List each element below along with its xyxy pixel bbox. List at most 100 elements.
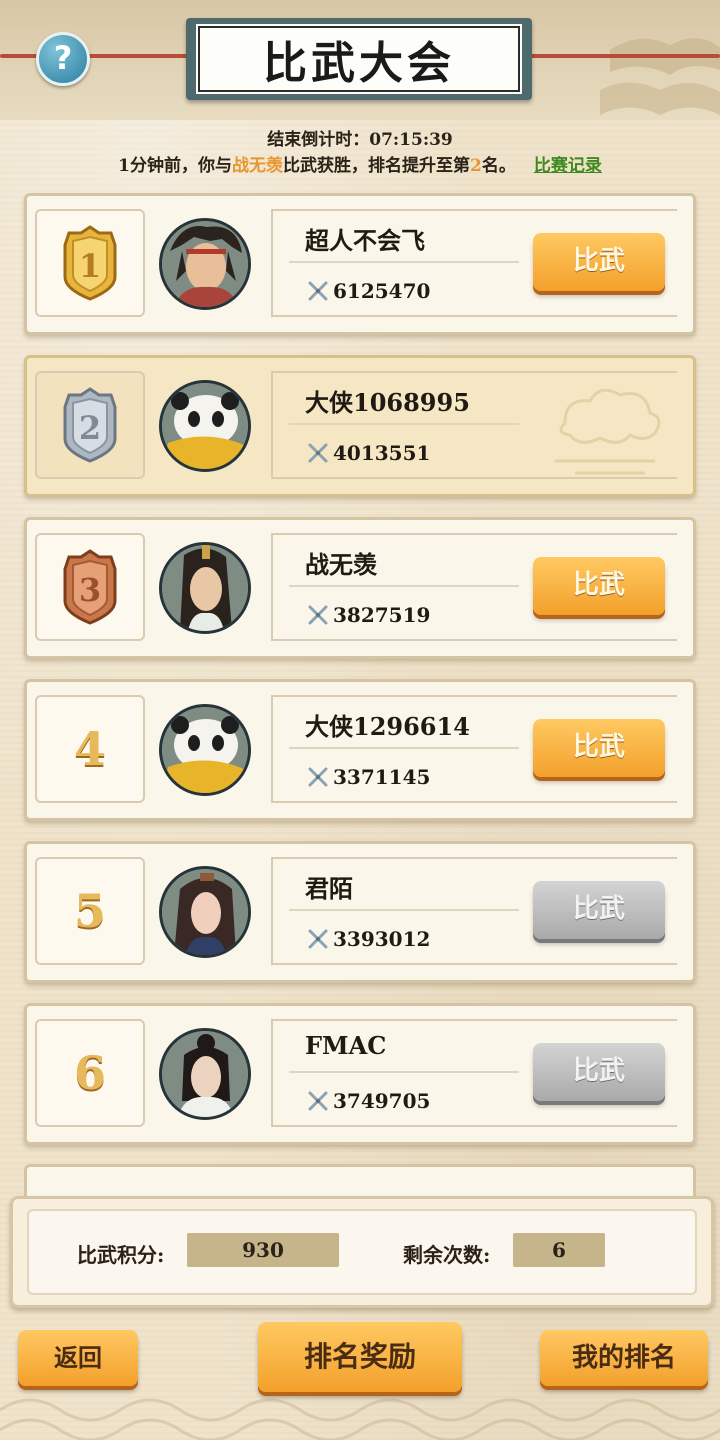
my-ranking-button[interactable]: 我的排名: [540, 1330, 708, 1386]
scholar-avatar-icon: [162, 1031, 248, 1117]
rank-box: 2: [35, 371, 145, 479]
panda-avatar-icon: [162, 707, 248, 793]
fight-button[interactable]: 比武: [533, 557, 665, 615]
countdown-label: 结束倒计时：: [267, 130, 370, 150]
info-panel: 大侠1068995 4013551: [271, 371, 677, 479]
info-panel: 战无羡 3827519 比武: [271, 533, 677, 641]
avatar: [159, 866, 251, 958]
stats-bar: 比武积分: 930 剩余次数: 6: [10, 1196, 714, 1308]
rank-number: 1: [79, 247, 101, 285]
rank-number: 2: [79, 409, 101, 447]
info-panel: 大侠1296614 3371145 比武: [271, 695, 677, 803]
crossed-swords-icon: [308, 929, 328, 949]
notice-opponent: 战无羡: [232, 156, 283, 176]
crossed-swords-icon: [308, 1091, 328, 1111]
player-name: 大侠1296614: [305, 712, 470, 741]
power-value: 3393012: [307, 927, 430, 951]
back-button[interactable]: 返回: [18, 1330, 138, 1386]
panda-avatar-icon: [162, 383, 248, 469]
crossed-swords-icon: [308, 767, 328, 787]
points-label: 比武积分:: [77, 1243, 165, 1267]
remaining-label: 剩余次数:: [403, 1243, 491, 1267]
info-panel: 超人不会飞 6125470 比武: [271, 209, 677, 317]
stats-inner: 比武积分: 930 剩余次数: 6: [27, 1209, 697, 1295]
rank-number: 3: [79, 571, 101, 609]
fight-button-disabled[interactable]: 比武: [533, 1043, 665, 1101]
power-number: 4013551: [333, 441, 431, 465]
power-number: 6125470: [333, 279, 431, 303]
divider: [289, 1071, 519, 1073]
ranking-row-1: 1 超人不会飞 6125470 比武: [24, 193, 696, 335]
divider: [289, 909, 519, 911]
power-number: 3827519: [333, 603, 431, 627]
question-mark-icon: ?: [53, 39, 73, 77]
rank-box: 3: [35, 533, 145, 641]
crossed-swords-icon: [308, 443, 328, 463]
fight-button-disabled[interactable]: 比武: [533, 881, 665, 939]
power-value: 3371145: [307, 765, 430, 789]
cloud-decoration-icon: [555, 388, 661, 475]
player-name: 君陌: [305, 874, 353, 903]
ranking-row-4: 4 大侠1296614 3371145 比武: [24, 679, 696, 821]
power-number: 3749705: [333, 1089, 431, 1113]
ranking-row-2: 2 大侠1068995 4013551: [24, 355, 696, 497]
lady-avatar-icon: [162, 869, 248, 955]
player-name: 战无羡: [305, 550, 377, 579]
silver-medal-icon: 2: [63, 387, 117, 463]
rank-number: 6: [73, 1046, 106, 1100]
crossed-swords-icon: [308, 281, 328, 301]
points-value: 930: [187, 1233, 339, 1267]
ranking-row-3: 3 战无羡 3827519 比武: [24, 517, 696, 659]
rank-box: 1: [35, 209, 145, 317]
notice-rank: 2: [470, 156, 482, 176]
rank-box: 6: [35, 1019, 145, 1127]
power-value: 3749705: [307, 1089, 430, 1113]
power-value: 4013551: [307, 441, 430, 465]
fight-button[interactable]: 比武: [533, 233, 665, 291]
rank-box: 4: [35, 695, 145, 803]
fight-button[interactable]: 比武: [533, 719, 665, 777]
help-button[interactable]: ?: [36, 32, 90, 86]
avatar: [159, 542, 251, 634]
power-value: 3827519: [307, 603, 430, 627]
countdown-time: 07:15:39: [369, 130, 453, 150]
info-panel: 君陌 3393012 比武: [271, 857, 677, 965]
player-name: FMAC: [305, 1031, 387, 1060]
avatar: [159, 380, 251, 472]
power-number: 3393012: [333, 927, 431, 951]
notice-suffix: 名。: [481, 156, 516, 176]
divider: [289, 585, 519, 587]
ranking-rewards-button[interactable]: 排名奖励: [258, 1322, 462, 1392]
crossed-swords-icon: [308, 605, 328, 625]
ranking-row-5: 5 君陌 3393012 比武: [24, 841, 696, 983]
gold-medal-icon: 1: [63, 225, 117, 301]
notice-middle: 比武获胜，排名提升至第: [283, 156, 470, 176]
countdown: 结束倒计时：07:15:39: [0, 125, 720, 150]
avatar: [159, 218, 251, 310]
rank-number: 4: [73, 722, 106, 776]
battle-notice: 1分钟前，你与战无羡比武获胜，排名提升至第2名。 比赛记录: [0, 151, 720, 176]
bronze-medal-icon: 3: [63, 549, 117, 625]
ranking-row-6: 6 FMAC 3749705 比武: [24, 1003, 696, 1145]
page-title: 比武大会: [196, 24, 522, 94]
divider: [289, 261, 519, 263]
notice-prefix: 1分钟前，你与: [118, 156, 232, 176]
info-panel: FMAC 3749705 比武: [271, 1019, 677, 1127]
remaining-value: 6: [513, 1233, 605, 1267]
avatar: [159, 1028, 251, 1120]
rope-left: [0, 54, 190, 58]
match-record-link[interactable]: 比赛记录: [534, 156, 602, 176]
player-name: 超人不会飞: [305, 226, 425, 255]
avatar: [159, 704, 251, 796]
title-plate: 比武大会: [186, 18, 532, 100]
cloud-decoration-icon: [600, 38, 720, 115]
player-name: 大侠1068995: [305, 388, 470, 417]
rope-right: [530, 54, 720, 58]
rank-box: 5: [35, 857, 145, 965]
power-value: 6125470: [307, 279, 430, 303]
divider: [289, 423, 519, 425]
rank-number: 5: [73, 884, 106, 938]
swordsman-avatar-icon: [162, 545, 248, 631]
power-number: 3371145: [333, 765, 431, 789]
warrior-avatar-icon: [162, 221, 248, 307]
